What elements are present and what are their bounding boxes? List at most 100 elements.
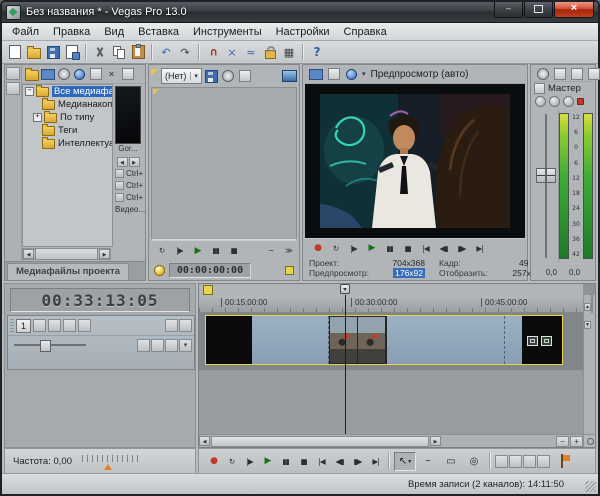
trimmer-play-button[interactable]: ▶ bbox=[189, 243, 206, 259]
media-file-thumbnail[interactable] bbox=[115, 86, 141, 144]
remove-media-button[interactable]: × bbox=[104, 67, 119, 81]
cursor-handle[interactable] bbox=[340, 284, 350, 294]
timeline-empty-area[interactable] bbox=[199, 370, 583, 434]
fader-handle-left[interactable] bbox=[536, 168, 546, 183]
track-number[interactable]: 1 bbox=[16, 318, 31, 333]
whats-this-help-button[interactable]: ? bbox=[308, 44, 326, 61]
automation-settings-button[interactable] bbox=[78, 319, 91, 332]
video-preview-screen[interactable] bbox=[305, 84, 525, 238]
faders-view-button[interactable] bbox=[586, 67, 600, 81]
meters-view-button[interactable] bbox=[569, 67, 584, 81]
auto-ripple-button[interactable]: ≈ bbox=[242, 44, 260, 61]
edit-cursor[interactable] bbox=[345, 295, 346, 434]
video-track-header[interactable]: 1 ▾ bbox=[7, 315, 195, 370]
stop-button[interactable]: ■ bbox=[399, 240, 416, 256]
pause-button[interactable]: ▮▮ bbox=[381, 240, 398, 256]
play-button[interactable]: ▶ bbox=[259, 453, 276, 469]
menu-options[interactable]: Настройки bbox=[269, 25, 337, 39]
slider-handle[interactable] bbox=[40, 340, 51, 352]
media-views-button[interactable] bbox=[120, 67, 135, 81]
scroll-up-icon[interactable]: ▲ bbox=[584, 303, 591, 311]
record-arm-icon[interactable] bbox=[577, 98, 584, 105]
trimmer-save-button[interactable] bbox=[204, 69, 219, 83]
trimmer-display-button[interactable] bbox=[282, 69, 297, 83]
dock-menu-icon[interactable] bbox=[6, 82, 20, 95]
time-ruler[interactable]: 00:15:00:00 00:30:00:00 00:45:00:00 bbox=[199, 295, 583, 313]
bypass-motion-blur-button[interactable] bbox=[33, 319, 46, 332]
scroll-down-icon[interactable]: ▼ bbox=[584, 321, 591, 329]
mute-button[interactable] bbox=[165, 319, 178, 332]
more-options-button[interactable]: ▾ bbox=[179, 338, 192, 352]
go-to-start-button[interactable]: |◀ bbox=[417, 240, 434, 256]
track-fx-button[interactable] bbox=[63, 319, 76, 332]
normal-edit-tool-button[interactable]: ↖ ▾ bbox=[394, 451, 416, 471]
trimmer-stop-button[interactable]: ■ bbox=[225, 243, 242, 259]
menu-file[interactable]: Файл bbox=[5, 25, 46, 39]
selection-tool-button[interactable]: ▭ bbox=[440, 452, 462, 471]
menu-tools[interactable]: Инструменты bbox=[186, 25, 269, 39]
zoom-tool-corner[interactable] bbox=[583, 434, 595, 447]
parent-compose-button[interactable] bbox=[151, 338, 164, 352]
next-frame-button[interactable]: ▮▶ bbox=[349, 453, 366, 469]
copy-button[interactable] bbox=[110, 44, 128, 61]
dim-knob-icon[interactable] bbox=[549, 96, 560, 107]
tree-item-media-bins[interactable]: Медианакопите bbox=[31, 97, 112, 111]
make-child-button[interactable] bbox=[165, 338, 178, 352]
scroll-left-icon[interactable]: ◀ bbox=[23, 249, 34, 259]
loop-playback-button[interactable]: ↻ bbox=[223, 453, 240, 469]
trimmer-timecode[interactable]: 00:00:00:00 bbox=[169, 262, 251, 278]
record-button[interactable]: ● bbox=[205, 453, 222, 469]
tab-project-media[interactable]: Медиафайлы проекта bbox=[7, 263, 129, 280]
master-fader[interactable] bbox=[533, 110, 559, 262]
master-meters[interactable]: 12 6 0 6 12 18 24 30 36 42 bbox=[559, 110, 593, 262]
redo-button[interactable]: ↷ bbox=[176, 44, 194, 61]
resize-grip[interactable] bbox=[585, 481, 596, 492]
pause-button[interactable]: ▮▮ bbox=[277, 453, 294, 469]
go-to-end-button[interactable]: ▶| bbox=[367, 453, 384, 469]
auto-ripple-button[interactable] bbox=[523, 454, 536, 468]
go-to-start-button[interactable]: |◀ bbox=[313, 453, 330, 469]
expand-icon[interactable]: + bbox=[33, 113, 42, 122]
new-project-button[interactable] bbox=[6, 44, 24, 61]
lock-envelopes-button[interactable] bbox=[261, 44, 279, 61]
trimmer-audio-button[interactable] bbox=[221, 69, 236, 83]
menu-edit[interactable]: Правка bbox=[46, 25, 97, 39]
play-from-start-button[interactable]: |▶ bbox=[345, 240, 362, 256]
timeline-marker-icon[interactable] bbox=[203, 285, 213, 295]
next-frame-button[interactable]: ▮▶ bbox=[453, 240, 470, 256]
media-search-button[interactable] bbox=[88, 67, 103, 81]
menu-help[interactable]: Справка bbox=[337, 25, 394, 39]
shortcut-row[interactable]: Ctrl+ bbox=[113, 180, 143, 191]
solo-button[interactable] bbox=[179, 319, 192, 332]
tree-item-by-type[interactable]: + По типу bbox=[31, 110, 112, 124]
scroll-right-icon[interactable]: ▶ bbox=[430, 436, 441, 446]
enable-snapping-button[interactable]: ∪ bbox=[204, 44, 222, 61]
event-pan-crop-icon[interactable] bbox=[527, 336, 538, 346]
project-properties-button[interactable] bbox=[63, 44, 81, 61]
event-fx-icon[interactable] bbox=[541, 336, 552, 346]
trimmer-loop-button[interactable]: ↻ bbox=[153, 243, 170, 259]
mute-knob-icon[interactable] bbox=[563, 96, 574, 107]
insert-bus-button[interactable] bbox=[535, 67, 550, 81]
trimmer-add-to-timeline-button[interactable]: ≫ bbox=[280, 243, 297, 259]
play-from-start-button[interactable]: |▶ bbox=[241, 453, 258, 469]
envelope-tool-button[interactable]: ~ bbox=[417, 452, 439, 471]
dock-pin-icon[interactable] bbox=[6, 67, 20, 80]
timeline-vscrollbar[interactable]: ▲ ▼ bbox=[583, 294, 595, 434]
scroll-right-icon[interactable]: ▶ bbox=[128, 157, 140, 167]
close-button[interactable]: × bbox=[554, 2, 594, 18]
play-button[interactable]: ▶ bbox=[363, 240, 380, 256]
extract-audio-button[interactable] bbox=[56, 67, 71, 81]
menu-insert[interactable]: Вставка bbox=[131, 25, 186, 39]
stop-button[interactable]: ■ bbox=[295, 453, 312, 469]
enable-snapping-button[interactable] bbox=[495, 454, 508, 468]
tree-item-smart-bins[interactable]: Интеллектуаль bbox=[31, 136, 112, 150]
scroll-left-icon[interactable]: ◀ bbox=[116, 157, 128, 167]
auto-crossfades-button[interactable]: × bbox=[223, 44, 241, 61]
master-bus-header[interactable]: Мастер bbox=[534, 82, 581, 95]
zoom-tool-button[interactable]: ◎ bbox=[463, 452, 485, 471]
shortcut-row[interactable]: Ctrl+ bbox=[113, 168, 143, 179]
trimmer-pause-button[interactable]: ▮▮ bbox=[207, 243, 224, 259]
track-level-slider[interactable] bbox=[14, 339, 86, 352]
undo-button[interactable]: ↶ bbox=[157, 44, 175, 61]
